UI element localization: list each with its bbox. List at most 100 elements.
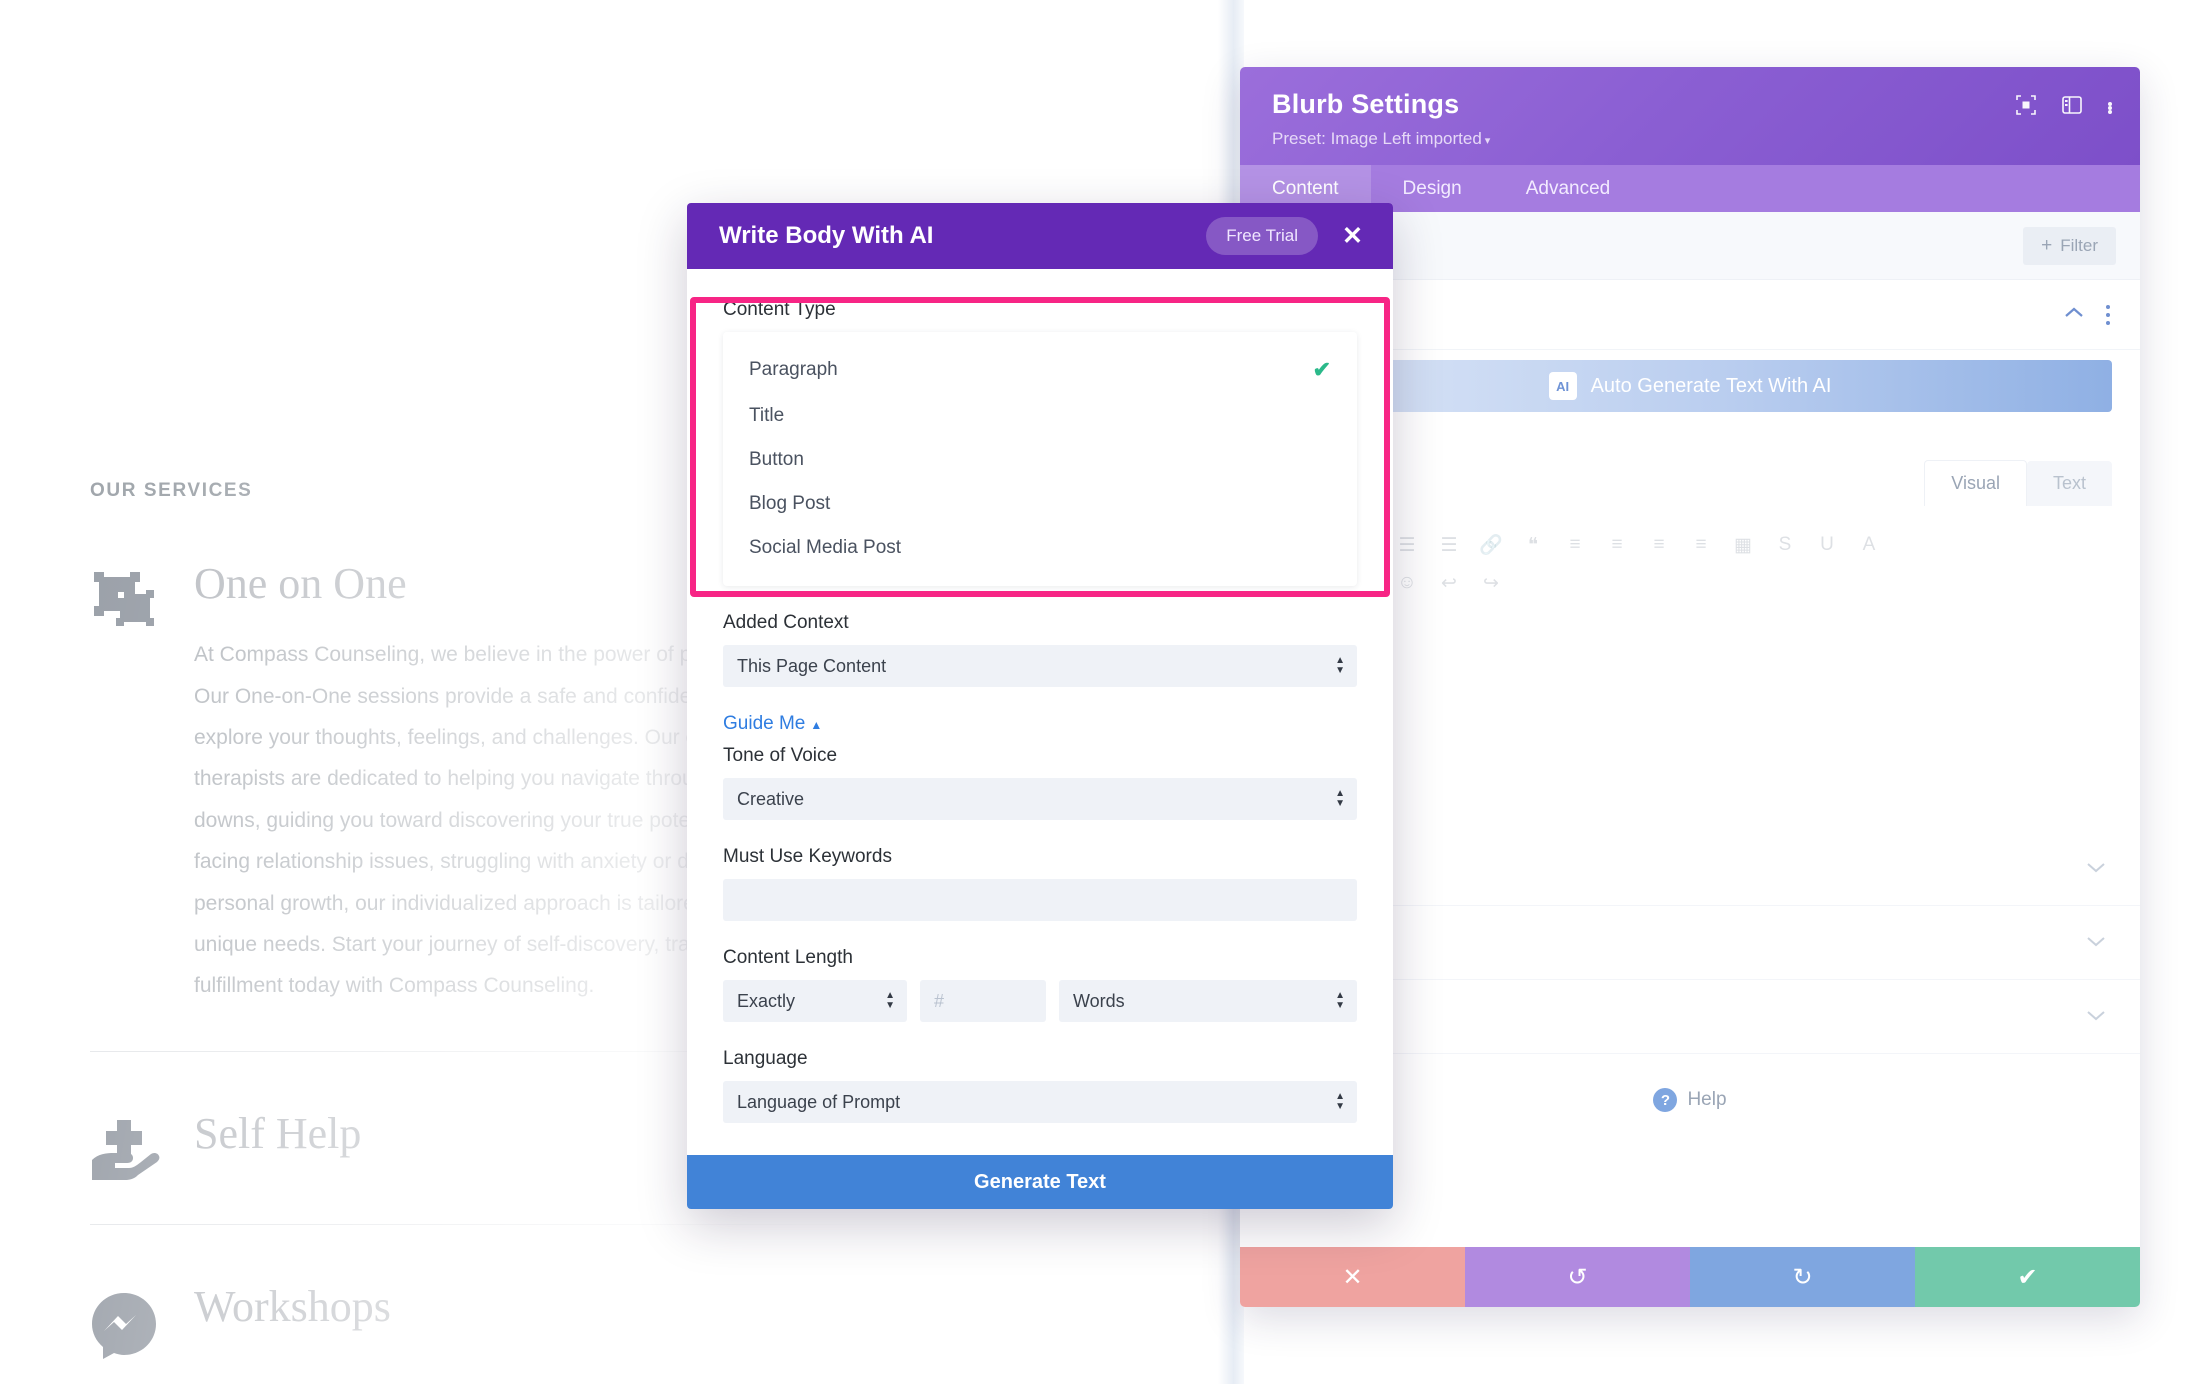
panel-preset-label: Preset: Image Left imported <box>1272 129 1482 148</box>
free-trial-badge[interactable]: Free Trial <box>1206 217 1319 255</box>
focus-frame-icon[interactable] <box>2016 95 2036 120</box>
added-context-value: This Page Content <box>737 655 887 676</box>
option-label: Title <box>749 405 785 426</box>
content-length-mode-select[interactable]: Exactly ▲ ▼ <box>723 980 907 1022</box>
ai-badge-icon: AI <box>1548 372 1577 400</box>
filter-button[interactable]: + Filter <box>2023 226 2116 265</box>
align-right-icon[interactable]: ≡ <box>1646 532 1672 558</box>
option-label: Blog Post <box>749 493 831 514</box>
tab-advanced[interactable]: Advanced <box>1494 165 1643 212</box>
must-use-keywords-field: Must Use Keywords <box>723 846 1357 921</box>
content-type-option-social-media-post[interactable]: Social Media Post <box>723 526 1357 570</box>
editor-tab-text[interactable]: Text <box>2026 461 2112 506</box>
align-left-icon[interactable]: ≡ <box>1562 532 1588 558</box>
tone-of-voice-select[interactable]: Creative ▲ ▼ <box>723 778 1357 820</box>
auto-generate-text-with-ai-button[interactable]: AI Auto Generate Text With AI <box>1268 360 2112 412</box>
editor-mode-tabs: Visual Text <box>1924 460 2112 506</box>
text-color-icon[interactable]: A <box>1856 532 1882 558</box>
option-label: Paragraph <box>749 359 838 380</box>
editor-tab-visual[interactable]: Visual <box>1924 460 2027 506</box>
select-arrows-icon: ▲ ▼ <box>1335 1091 1345 1112</box>
select-arrows-icon: ▲ ▼ <box>885 990 895 1011</box>
chevron-down-icon <box>2086 934 2106 952</box>
added-context-select[interactable]: This Page Content ▲ ▼ <box>723 645 1357 687</box>
chevron-up-icon: ▲ <box>810 718 823 732</box>
guide-me-toggle[interactable]: Guide Me ▲ <box>723 713 822 735</box>
chevron-down-icon <box>2086 860 2106 878</box>
redo-button[interactable]: ↻ <box>1690 1247 1915 1307</box>
tone-of-voice-field: Tone of Voice Creative ▲ ▼ <box>723 745 1357 820</box>
chevron-down-icon: ▾ <box>1484 135 1491 147</box>
blockquote-icon[interactable]: ❝ <box>1520 532 1546 558</box>
must-use-keywords-input[interactable] <box>723 879 1357 921</box>
plus-icon: + <box>2041 235 2053 256</box>
tone-of-voice-label: Tone of Voice <box>723 745 838 766</box>
content-type-option-title[interactable]: Title <box>723 394 1357 438</box>
strikethrough-icon[interactable]: S <box>1772 532 1798 558</box>
underline-icon[interactable]: U <box>1814 532 1840 558</box>
option-label: Social Media Post <box>749 537 902 558</box>
check-icon: ✔ <box>1312 357 1331 382</box>
chevron-down-icon <box>2086 1008 2106 1026</box>
panel-title: Blurb Settings <box>1272 89 1460 119</box>
service-item: Workshops <box>90 1225 1020 1361</box>
emoji-icon[interactable]: ☺ <box>1394 570 1420 596</box>
help-label: Help <box>1687 1089 1727 1110</box>
content-length-field: Content Length Exactly ▲▼ Words ▲▼ <box>723 947 1357 1022</box>
content-type-label: Content Type <box>723 299 836 320</box>
filter-button-label: Filter <box>2060 235 2098 255</box>
panel-preset-selector[interactable]: Preset: Image Left imported ▾ <box>1272 129 2112 149</box>
content-type-option-button[interactable]: Button <box>723 438 1357 482</box>
modal-header: Write Body With AI Free Trial ✕ <box>687 203 1393 269</box>
help-icon: ? <box>1653 1088 1678 1112</box>
more-vertical-icon[interactable] <box>2108 101 2112 114</box>
modal-body: Content Type Paragraph ✔ Title Button Bl… <box>687 269 1393 1155</box>
select-arrows-icon: ▲ ▼ <box>1335 990 1345 1011</box>
language-value: Language of Prompt <box>737 1091 901 1112</box>
section-row-tools <box>2064 304 2110 325</box>
numbered-list-icon[interactable]: ☰ <box>1436 532 1462 558</box>
content-length-unit-select[interactable]: Words ▲ ▼ <box>1059 980 1357 1022</box>
generate-text-button[interactable]: Generate Text <box>687 1155 1393 1209</box>
language-select[interactable]: Language of Prompt ▲ ▼ <box>723 1081 1357 1123</box>
panel-header-icons <box>2016 95 2112 120</box>
content-length-mode-value: Exactly <box>737 990 796 1011</box>
undo-icon[interactable]: ↩ <box>1436 570 1462 596</box>
table-icon[interactable]: ▦ <box>1730 532 1756 558</box>
close-icon[interactable]: ✕ <box>1334 220 1371 253</box>
language-label: Language <box>723 1048 808 1069</box>
added-context-label: Added Context <box>723 612 849 633</box>
must-use-keywords-label: Must Use Keywords <box>723 846 892 867</box>
tone-of-voice-value: Creative <box>737 788 805 809</box>
discard-button[interactable]: ✕ <box>1240 1247 1465 1307</box>
link-icon[interactable]: 🔗 <box>1478 532 1504 558</box>
hand-plus-icon <box>90 1110 182 1180</box>
content-length-amount-input[interactable] <box>920 980 1046 1022</box>
added-context-field: Added Context This Page Content ▲ ▼ <box>723 612 1357 687</box>
align-center-icon[interactable]: ≡ <box>1604 532 1630 558</box>
people-group-icon <box>90 560 182 630</box>
content-type-field: Content Type Paragraph ✔ Title Button Bl… <box>723 299 1357 586</box>
align-justify-icon[interactable]: ≡ <box>1688 532 1714 558</box>
undo-button[interactable]: ↺ <box>1465 1247 1690 1307</box>
messenger-bubble-icon <box>90 1283 182 1361</box>
panel-header: Blurb Settings Preset: Image Left import… <box>1240 67 2140 165</box>
layout-panel-icon[interactable] <box>2062 96 2082 119</box>
content-type-option-paragraph[interactable]: Paragraph ✔ <box>723 346 1357 394</box>
content-type-options-list: Paragraph ✔ Title Button Blog Post Socia… <box>723 332 1357 586</box>
save-button[interactable]: ✔ <box>1915 1247 2140 1307</box>
select-arrows-icon: ▲ ▼ <box>1335 655 1345 676</box>
more-vertical-icon[interactable] <box>2106 304 2110 325</box>
ai-bar-label: Auto Generate Text With AI <box>1590 374 1832 397</box>
guide-me-label: Guide Me <box>723 713 806 734</box>
content-length-label: Content Length <box>723 947 853 968</box>
content-type-option-blog-post[interactable]: Blog Post <box>723 482 1357 526</box>
redo-icon[interactable]: ↪ <box>1478 570 1504 596</box>
panel-footer: ✕ ↺ ↻ ✔ <box>1240 1247 2140 1307</box>
bullet-list-icon[interactable]: ☰ <box>1394 532 1420 558</box>
option-label: Button <box>749 449 804 470</box>
chevron-up-icon[interactable] <box>2064 306 2084 324</box>
select-arrows-icon: ▲ ▼ <box>1335 788 1345 809</box>
service-title: Workshops <box>194 1281 391 1331</box>
modal-title: Write Body With AI <box>719 222 934 249</box>
